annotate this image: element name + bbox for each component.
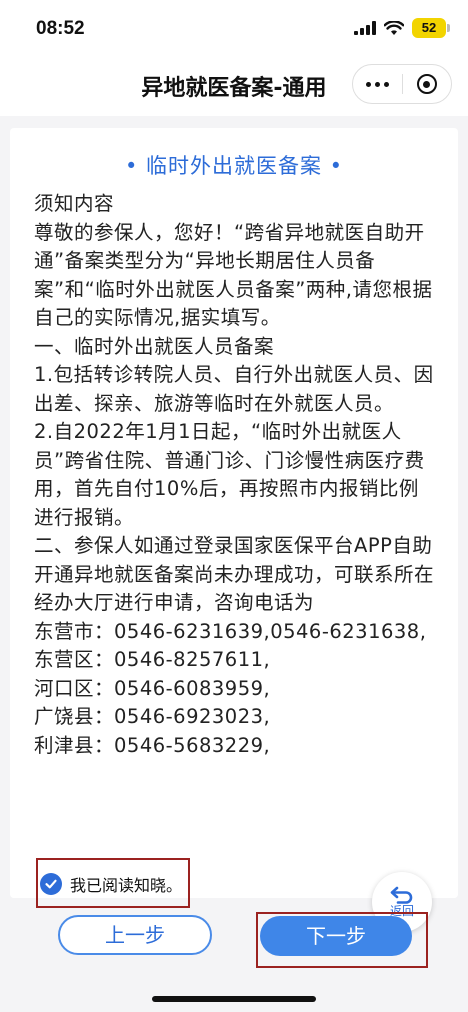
close-miniprogram-button[interactable]	[402, 64, 451, 104]
agree-checkbox[interactable]	[40, 873, 62, 895]
status-icons: 52	[354, 18, 450, 38]
checkmark-icon	[45, 879, 57, 889]
notice-body[interactable]: 须知内容 尊敬的参保人，您好！“跨省异地就医自助开通”备案类型分为“异地长期居住…	[34, 190, 436, 870]
notice-title: • 临时外出就医备案 •	[124, 154, 344, 178]
wifi-icon	[384, 20, 404, 35]
home-indicator	[152, 996, 316, 1002]
notice-paragraph: 尊敬的参保人，您好！“跨省异地就医自助开通”备案类型分为“异地长期居住人员备案”…	[34, 220, 433, 330]
more-dot-icon	[365, 81, 371, 87]
notice-paragraph: 二、参保人如通过登录国家医保平台APP自助开通异地就医备案尚未办理成功，可联系所…	[34, 534, 435, 614]
notice-paragraph: 一、临时外出就医人员备案	[34, 334, 275, 358]
more-options-button[interactable]	[353, 64, 402, 104]
next-step-button[interactable]: 下一步	[260, 916, 412, 956]
cellular-signal-icon	[354, 21, 376, 35]
notice-paragraph: 须知内容	[34, 192, 115, 215]
target-icon	[416, 74, 437, 94]
previous-step-button[interactable]: 上一步	[58, 915, 212, 955]
notice-card: • 临时外出就医备案 • 须知内容 尊敬的参保人，您好！“跨省异地就医自助开通”…	[10, 128, 458, 898]
miniprogram-capsule	[352, 64, 452, 104]
notice-contact-line: 东营区：0546-8257611,	[34, 648, 271, 671]
more-dot-icon	[374, 81, 380, 87]
notice-paragraph: 1.包括转诊转院人员、自行外出就医人员、因出差、探亲、旅游等临时在外就医人员。	[34, 363, 434, 415]
notice-contact-line: 河口区：0546-6083959,	[34, 676, 271, 700]
status-bar: 08:52 52	[0, 0, 468, 56]
notice-contact-line: 利津县：0546-5683229,	[34, 733, 271, 757]
battery-indicator: 52	[412, 18, 450, 38]
more-dot-icon	[383, 81, 389, 87]
agree-checkbox-row[interactable]: 我已阅读知晓。	[38, 860, 188, 908]
status-time: 08:52	[36, 18, 85, 39]
notice-contact-line: 广饶县：0546-6923023,	[34, 705, 271, 728]
agree-label: 我已阅读知晓。	[70, 876, 183, 895]
nav-bar: 异地就医备案-通用	[0, 56, 468, 116]
notice-contact-line: 东营市：0546-6231639,0546-6231638,	[34, 619, 427, 643]
notice-paragraph: 2.自2022年1月1日起，“临时外出就医人员”跨省住院、普通门诊、门诊慢性病医…	[34, 420, 425, 529]
